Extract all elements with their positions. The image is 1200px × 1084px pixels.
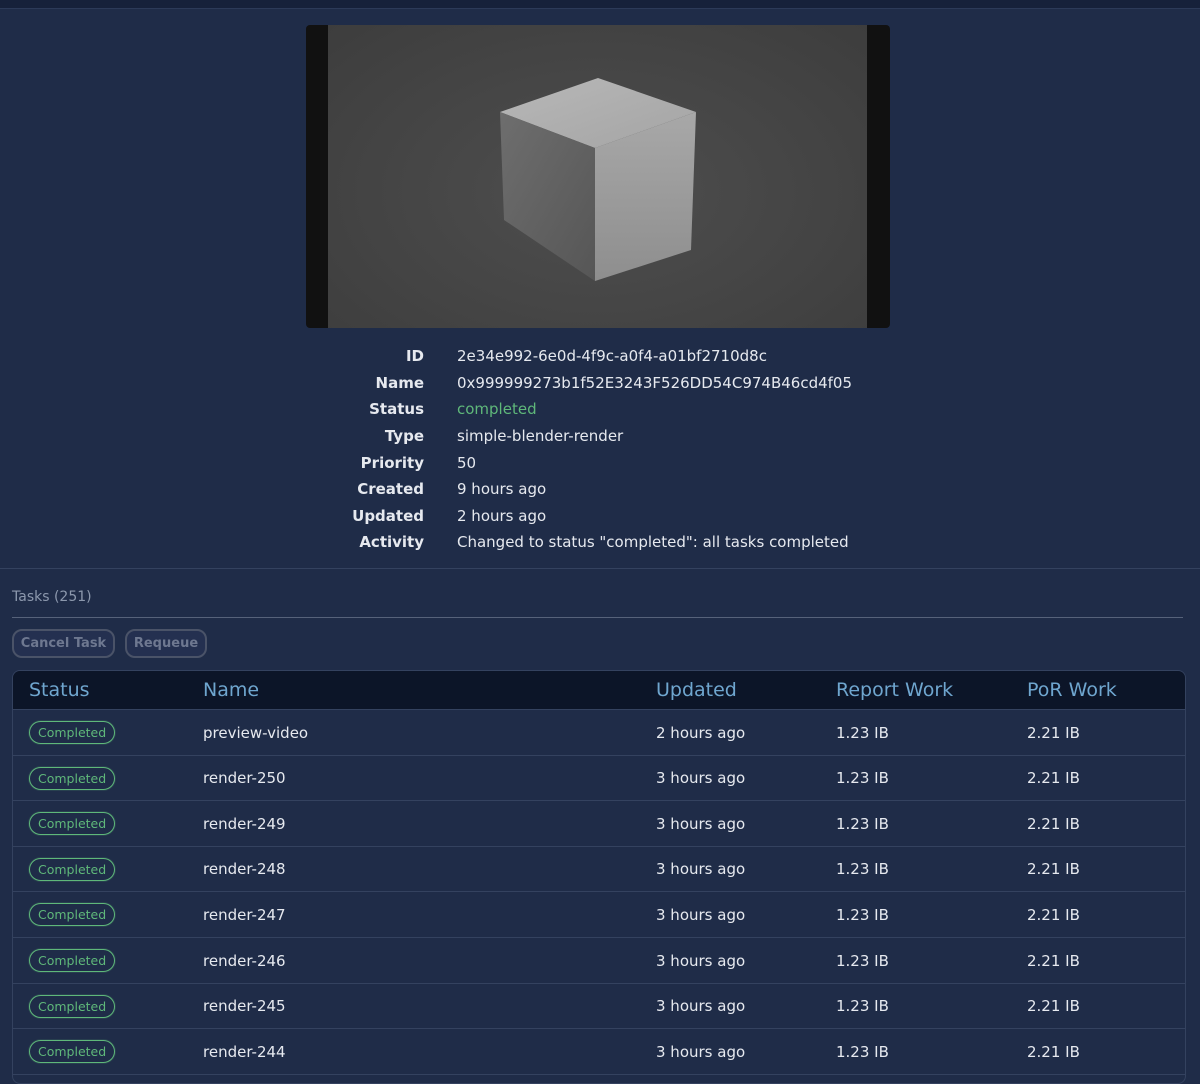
- table-row[interactable]: Completed render-248 3 hours ago 1.23 IB…: [13, 847, 1185, 893]
- job-status-value: completed: [457, 400, 537, 419]
- task-updated-cell: 3 hours ago: [656, 769, 746, 788]
- task-report-work-cell: 1.23 IB: [836, 905, 889, 924]
- task-report-work-cell: 1.23 IB: [836, 814, 889, 833]
- detail-label: ID: [405, 347, 424, 366]
- column-header-status[interactable]: Status: [29, 679, 90, 701]
- status-badge: Completed: [29, 857, 116, 881]
- task-por-work-cell: 2.21 IB: [1027, 860, 1080, 879]
- render-preview-frame: [328, 25, 867, 328]
- detail-row-created: Created 9 hours ago: [306, 476, 906, 503]
- detail-label: Priority: [360, 453, 424, 472]
- task-report-work-cell: 1.23 IB: [836, 860, 889, 879]
- detail-row-status: Status completed: [306, 396, 906, 423]
- status-badge: Completed: [29, 812, 116, 836]
- table-row[interactable]: Completed render-250 3 hours ago 1.23 IB…: [13, 756, 1185, 802]
- task-name-cell: render-249: [203, 814, 286, 833]
- detail-row-updated: Updated 2 hours ago: [306, 503, 906, 530]
- task-report-work-cell: 1.23 IB: [836, 997, 889, 1016]
- detail-label: Type: [384, 427, 424, 446]
- column-header-name[interactable]: Name: [203, 679, 259, 701]
- job-details: ID 2e34e992-6e0d-4f9c-a0f4-a01bf2710d8c …: [306, 343, 906, 556]
- job-priority-value: 50: [457, 453, 477, 472]
- job-name-value: 0x999999273b1f52E3243F526DD54C974B46cd4f…: [457, 373, 853, 392]
- job-activity-value: Changed to status "completed": all tasks…: [457, 533, 849, 552]
- section-divider: [0, 568, 1200, 569]
- table-row[interactable]: Completed render-247 3 hours ago 1.23 IB…: [13, 892, 1185, 938]
- detail-label: Activity: [359, 533, 424, 552]
- task-por-work-cell: 2.21 IB: [1027, 905, 1080, 924]
- status-cell: Completed: [29, 892, 116, 937]
- status-cell: Completed: [29, 984, 116, 1029]
- status-cell: Completed: [29, 710, 116, 755]
- status-cell: Completed: [29, 756, 116, 801]
- table-row[interactable]: Completed render-246 3 hours ago 1.23 IB…: [13, 938, 1185, 984]
- job-updated-value: 2 hours ago: [457, 506, 547, 525]
- table-row[interactable]: Completed render-249 3 hours ago 1.23 IB…: [13, 801, 1185, 847]
- cube-render-illustration: [500, 78, 696, 281]
- status-cell: Completed: [29, 847, 116, 892]
- tasks-heading: Tasks (251): [12, 589, 92, 605]
- task-name-cell: render-247: [203, 905, 286, 924]
- table-row[interactable]: Completed preview-video 2 hours ago 1.23…: [13, 710, 1185, 756]
- job-created-value: 9 hours ago: [457, 480, 547, 499]
- job-preview-image: [306, 25, 890, 328]
- status-badge: Completed: [29, 1040, 116, 1064]
- status-cell: Completed: [29, 801, 116, 846]
- task-por-work-cell: 2.21 IB: [1027, 723, 1080, 742]
- task-por-work-cell: 2.21 IB: [1027, 814, 1080, 833]
- tasks-heading-rule: [12, 617, 1183, 618]
- task-por-work-cell: 2.21 IB: [1027, 1042, 1080, 1061]
- cancel-task-button[interactable]: Cancel Task: [12, 629, 115, 658]
- task-updated-cell: 3 hours ago: [656, 814, 746, 833]
- status-badge: Completed: [29, 949, 116, 972]
- status-badge: Completed: [29, 766, 116, 790]
- detail-row-priority: Priority 50: [306, 449, 906, 476]
- task-updated-cell: 2 hours ago: [656, 723, 746, 742]
- task-name-cell: render-246: [203, 951, 286, 970]
- table-row[interactable]: Completed render-245 3 hours ago 1.23 IB…: [13, 984, 1185, 1030]
- column-header-updated[interactable]: Updated: [656, 679, 737, 701]
- task-updated-cell: 3 hours ago: [656, 860, 746, 879]
- detail-label: Status: [369, 400, 424, 419]
- requeue-button[interactable]: Requeue: [125, 629, 207, 658]
- task-por-work-cell: 2.21 IB: [1027, 951, 1080, 970]
- task-name-cell: render-250: [203, 769, 286, 788]
- tasks-table-header: Status Name Updated Report Work PoR Work: [13, 671, 1185, 710]
- task-por-work-cell: 2.21 IB: [1027, 769, 1080, 788]
- task-report-work-cell: 1.23 IB: [836, 769, 889, 788]
- task-name-cell: preview-video: [203, 723, 309, 742]
- detail-label: Updated: [352, 506, 424, 525]
- task-name-cell: render-248: [203, 860, 286, 879]
- detail-label: Created: [357, 480, 424, 499]
- detail-row-name: Name 0x999999273b1f52E3243F526DD54C974B4…: [306, 370, 906, 397]
- status-badge: Completed: [29, 721, 116, 744]
- detail-row-type: Type simple-blender-render: [306, 423, 906, 450]
- job-type-value: simple-blender-render: [457, 427, 624, 446]
- detail-row-id: ID 2e34e992-6e0d-4f9c-a0f4-a01bf2710d8c: [306, 343, 906, 370]
- tasks-table: Status Name Updated Report Work PoR Work…: [12, 670, 1186, 1084]
- task-report-work-cell: 1.23 IB: [836, 951, 889, 970]
- task-updated-cell: 3 hours ago: [656, 905, 746, 924]
- task-updated-cell: 3 hours ago: [656, 951, 746, 970]
- status-badge: Completed: [29, 994, 116, 1018]
- task-updated-cell: 3 hours ago: [656, 997, 746, 1016]
- table-row[interactable]: Completed render-244 3 hours ago 1.23 IB…: [13, 1029, 1185, 1075]
- column-header-report-work[interactable]: Report Work: [836, 679, 953, 701]
- task-report-work-cell: 1.23 IB: [836, 723, 889, 742]
- top-bar: [0, 0, 1200, 9]
- task-name-cell: render-245: [203, 997, 286, 1016]
- detail-row-activity: Activity Changed to status "completed": …: [306, 529, 906, 556]
- task-por-work-cell: 2.21 IB: [1027, 997, 1080, 1016]
- detail-label: Name: [375, 373, 424, 392]
- status-cell: Completed: [29, 938, 116, 983]
- status-cell: Completed: [29, 1029, 116, 1074]
- status-badge: Completed: [29, 903, 116, 927]
- task-updated-cell: 3 hours ago: [656, 1042, 746, 1061]
- task-report-work-cell: 1.23 IB: [836, 1042, 889, 1061]
- job-id-value: 2e34e992-6e0d-4f9c-a0f4-a01bf2710d8c: [457, 347, 767, 366]
- column-header-por-work[interactable]: PoR Work: [1027, 679, 1117, 701]
- task-name-cell: render-244: [203, 1042, 286, 1061]
